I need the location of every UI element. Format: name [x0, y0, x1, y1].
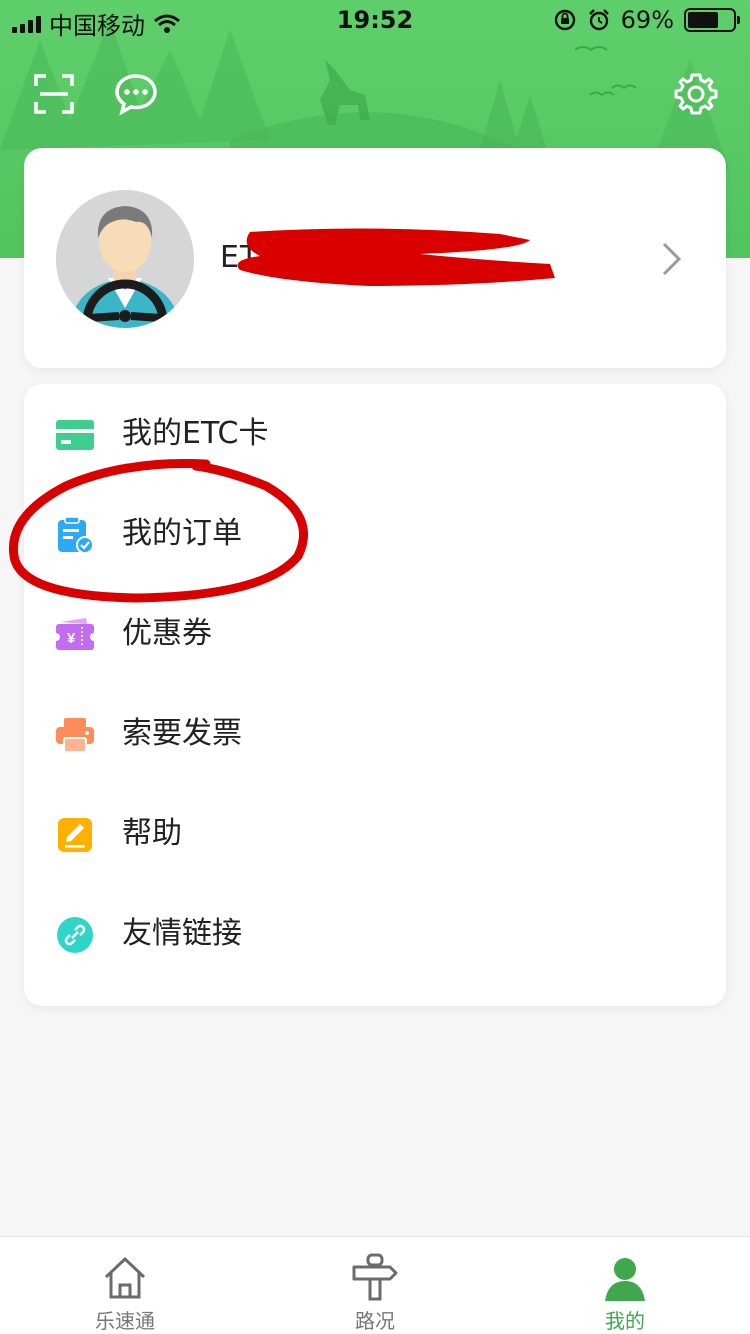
- settings-button[interactable]: [672, 70, 720, 118]
- chevron-right-icon: [662, 242, 682, 276]
- profile-card[interactable]: ET: [24, 148, 726, 368]
- cellular-signal-icon: [12, 15, 41, 33]
- redaction-scribble: [237, 228, 555, 286]
- battery-percent: 69%: [620, 6, 674, 34]
- carrier-label: 中国移动: [49, 12, 145, 40]
- messages-button[interactable]: [112, 70, 160, 118]
- link-icon: [57, 917, 93, 953]
- tab-label: 路况: [355, 1309, 395, 1333]
- tab-traffic[interactable]: 路况: [250, 1237, 500, 1334]
- person-icon: [605, 1258, 645, 1301]
- menu-item-label: 帮助: [122, 816, 182, 851]
- menu-item-label: 索要发票: [122, 716, 242, 751]
- tab-home[interactable]: 乐速通: [0, 1237, 250, 1334]
- menu-card: 我的ETC卡 我的订单 ¥ 优惠券 索要发票 帮助 友情链接: [24, 384, 726, 1006]
- gear-icon: [674, 73, 718, 115]
- menu-item-invoice[interactable]: 索要发票: [24, 684, 726, 784]
- scan-icon: [34, 74, 74, 114]
- status-bar: 中国移动 19:52 69%: [0, 0, 750, 40]
- wifi-icon: [154, 14, 180, 33]
- orientation-lock-icon: [554, 9, 575, 31]
- menu-item-help[interactable]: 帮助: [24, 784, 726, 884]
- menu-item-label: 友情链接: [122, 916, 242, 951]
- menu-item-etc-card[interactable]: 我的ETC卡: [24, 384, 726, 484]
- menu-item-label: 我的ETC卡: [122, 416, 269, 451]
- home-icon: [104, 1257, 146, 1299]
- avatar: [56, 190, 194, 328]
- alarm-icon: [588, 9, 609, 31]
- signpost-icon: [352, 1253, 398, 1301]
- edit-icon: [58, 818, 92, 852]
- scan-button[interactable]: [30, 70, 78, 118]
- order-icon: [58, 516, 94, 554]
- coupon-icon: ¥: [56, 618, 94, 650]
- menu-item-links[interactable]: 友情链接: [24, 884, 726, 984]
- menu-item-coupons[interactable]: ¥ 优惠券: [24, 584, 726, 684]
- tab-bar: 乐速通 路况 我的: [0, 1236, 750, 1334]
- tab-label: 我的: [605, 1309, 645, 1333]
- tab-mine[interactable]: 我的: [500, 1237, 750, 1334]
- tab-label: 乐速通: [95, 1309, 155, 1333]
- svg-text:¥: ¥: [67, 630, 76, 647]
- menu-item-label: 我的订单: [122, 516, 242, 551]
- message-icon: [115, 74, 157, 116]
- battery-icon: [684, 8, 740, 32]
- printer-icon: [56, 718, 94, 753]
- etc-card-icon: [56, 420, 94, 450]
- menu-item-label: 优惠券: [122, 616, 212, 651]
- menu-item-orders[interactable]: 我的订单: [24, 484, 726, 584]
